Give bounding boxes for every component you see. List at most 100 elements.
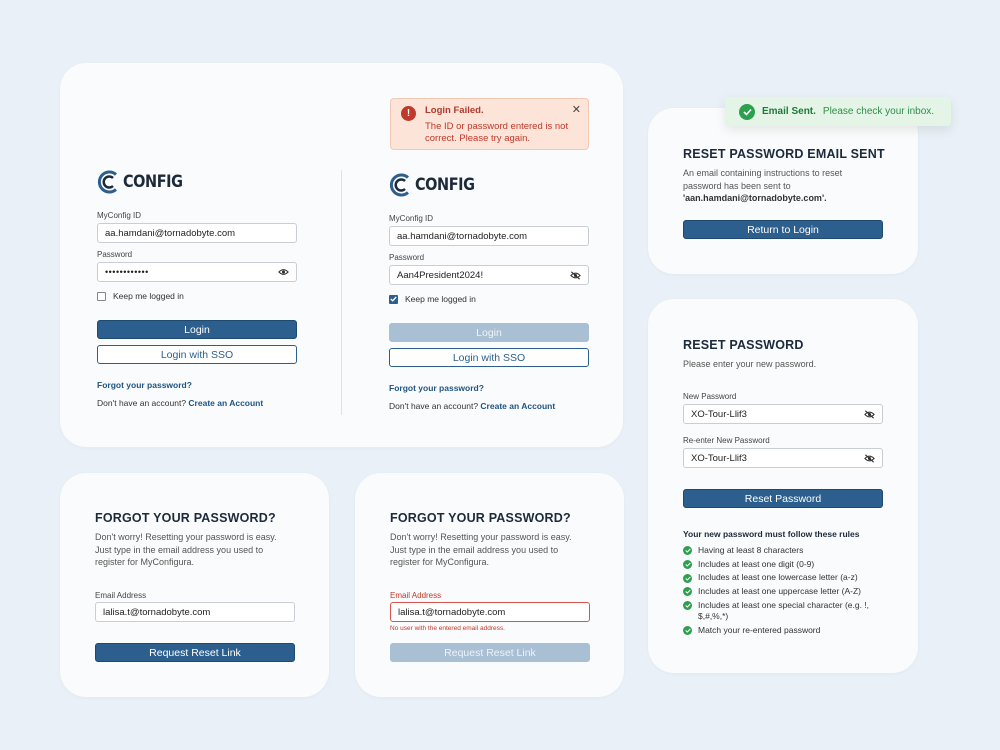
forgot-password-card — [60, 473, 329, 697]
no-account-row: Don't have an account? Create an Account — [97, 398, 263, 408]
email-sent-address: 'aan.hamdani@tornadobyte.com'. — [683, 193, 827, 203]
check-circle-icon — [739, 103, 755, 120]
myconfig-id-label: MyConfig ID — [97, 211, 142, 220]
logo-text: CONFIG — [123, 172, 183, 192]
password-label: Password — [389, 253, 425, 262]
forgot-password-link[interactable]: Forgot your password? — [97, 380, 192, 390]
rule-text: Includes at least one special character … — [698, 599, 870, 622]
config-logo: CONFIG — [389, 173, 485, 197]
reset-password-button[interactable]: Reset Password — [683, 489, 883, 508]
email-label: Email Address — [95, 591, 147, 600]
eye-off-icon[interactable] — [570, 270, 581, 280]
check-icon — [390, 296, 397, 302]
email-value: lalisa.t@tornadobyte.com — [398, 606, 506, 618]
myconfig-id-value: aa.hamdani@tornadobyte.com — [397, 230, 528, 242]
check-circle-icon — [683, 626, 692, 636]
login-button[interactable]: Login — [97, 320, 297, 339]
password-value: Aan4President2024! — [397, 269, 484, 281]
rule-text: Having at least 8 characters — [698, 545, 804, 555]
myconfig-id-input[interactable]: aa.hamdani@tornadobyte.com — [97, 223, 297, 243]
reset-heading: RESET PASSWORD — [683, 338, 804, 352]
myconfig-id-input[interactable]: aa.hamdani@tornadobyte.com — [389, 226, 589, 246]
keep-logged-in[interactable]: Keep me logged in — [97, 291, 184, 301]
myconfig-id-value: aa.hamdani@tornadobyte.com — [105, 227, 236, 239]
password-input[interactable]: Aan4President2024! — [389, 265, 589, 285]
forgot-heading: FORGOT YOUR PASSWORD? — [95, 511, 276, 525]
rule-item: Having at least 8 characters — [683, 545, 888, 557]
password-input[interactable]: •••••••••••• — [97, 262, 297, 282]
keep-logged-in-checkbox[interactable] — [389, 294, 398, 304]
alert-message: The ID or password entered is not correc… — [425, 121, 569, 144]
forgot-heading: FORGOT YOUR PASSWORD? — [390, 511, 571, 525]
email-value: lalisa.t@tornadobyte.com — [103, 606, 211, 618]
email-error-message: No user with the entered email address. — [390, 625, 505, 632]
myconfig-id-label: MyConfig ID — [389, 214, 434, 223]
rule-item: Includes at least one lowercase letter (… — [683, 572, 888, 584]
login-button-disabled[interactable]: Login — [389, 323, 589, 342]
create-account-link[interactable]: Create an Account — [480, 401, 555, 411]
no-account-row: Don't have an account? Create an Account — [389, 401, 555, 411]
forgot-description: Don't worry! Resetting your password is … — [95, 532, 277, 567]
forgot-description: Don't worry! Resetting your password is … — [390, 532, 572, 567]
new-password-value: XO-Tour-Llif3 — [691, 408, 747, 420]
password-rules-list: Having at least 8 characters Includes at… — [683, 545, 888, 636]
rule-text: Includes at least one lowercase letter (… — [698, 572, 858, 583]
config-logo-icon — [389, 173, 409, 197]
check-circle-icon — [683, 546, 692, 556]
eye-icon[interactable] — [278, 268, 289, 276]
request-reset-button[interactable]: Request Reset Link — [95, 643, 295, 662]
email-input-error[interactable]: lalisa.t@tornadobyte.com — [390, 602, 590, 622]
no-account-text: Don't have an account? — [389, 401, 479, 411]
password-value: •••••••••••• — [105, 267, 149, 277]
reenter-password-label: Re-enter New Password — [683, 436, 770, 445]
config-logo: CONFIG — [97, 170, 193, 194]
forgot-password-link[interactable]: Forgot your password? — [389, 383, 484, 393]
keep-logged-in-label: Keep me logged in — [113, 291, 184, 301]
email-sent-description: An email containing instructions to rese… — [683, 167, 873, 205]
email-sent-heading: RESET PASSWORD EMAIL SENT — [683, 147, 885, 161]
login-sso-button[interactable]: Login with SSO — [97, 345, 297, 364]
create-account-link[interactable]: Create an Account — [188, 398, 263, 408]
rule-text: Match your re-entered password — [698, 624, 821, 635]
no-account-text: Don't have an account? — [97, 398, 187, 408]
forgot-password-card-error — [355, 473, 624, 697]
login-sso-button[interactable]: Login with SSO — [389, 348, 589, 367]
rule-item: Match your re-entered password — [683, 625, 888, 637]
eye-off-icon[interactable] — [864, 453, 875, 463]
check-circle-icon — [683, 600, 692, 610]
email-input[interactable]: lalisa.t@tornadobyte.com — [95, 602, 295, 622]
close-icon[interactable]: ✕ — [572, 103, 581, 116]
new-password-input[interactable]: XO-Tour-Llif3 — [683, 404, 883, 424]
rule-item: Includes at least one uppercase letter (… — [683, 586, 888, 598]
check-circle-icon — [683, 587, 692, 597]
login-divider — [341, 170, 342, 415]
request-reset-button-disabled[interactable]: Request Reset Link — [390, 643, 590, 662]
reenter-password-value: XO-Tour-Llif3 — [691, 452, 747, 464]
check-circle-icon — [683, 559, 692, 569]
rules-title: Your new password must follow these rule… — [683, 529, 860, 539]
rule-text: Includes at least one digit (0-9) — [698, 558, 815, 569]
email-sent-toast: Email Sent. Please check your inbox. — [725, 97, 951, 126]
email-label: Email Address — [390, 591, 442, 600]
reset-description: Please enter your new password. — [683, 359, 817, 369]
keep-logged-in-label: Keep me logged in — [405, 294, 476, 304]
return-to-login-button[interactable]: Return to Login — [683, 220, 883, 239]
toast-title: Email Sent. — [762, 106, 816, 117]
toast-message: Please check your inbox. — [822, 106, 935, 117]
rule-item: Includes at least one special character … — [683, 600, 888, 623]
logo-text: CONFIG — [415, 175, 475, 195]
password-label: Password — [97, 250, 133, 259]
login-failed-alert: ! Login Failed. The ID or password enter… — [390, 98, 589, 150]
check-circle-icon — [683, 573, 692, 583]
alert-title: Login Failed. — [425, 105, 484, 116]
rule-text: Includes at least one uppercase letter (… — [698, 586, 861, 597]
rule-item: Includes at least one digit (0-9) — [683, 559, 888, 571]
email-sent-text: An email containing instructions to rese… — [683, 168, 843, 191]
eye-off-icon[interactable] — [864, 409, 875, 419]
reenter-password-input[interactable]: XO-Tour-Llif3 — [683, 448, 883, 468]
keep-logged-in[interactable]: Keep me logged in — [389, 294, 476, 304]
new-password-label: New Password — [683, 392, 737, 401]
keep-logged-in-checkbox[interactable] — [97, 291, 106, 301]
error-icon: ! — [401, 106, 416, 121]
config-logo-icon — [97, 170, 117, 194]
